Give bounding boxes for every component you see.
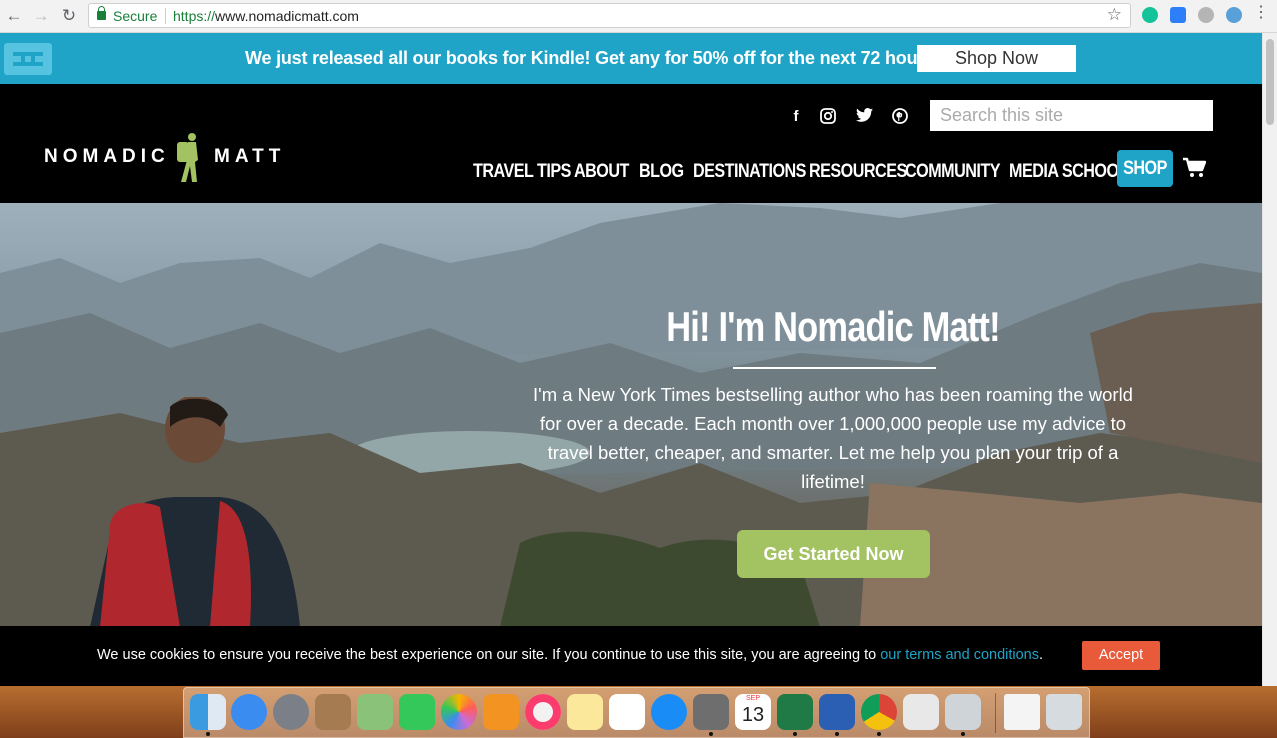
promo-text: We just released all our books for Kindl…: [245, 48, 940, 68]
extension-plus-icon[interactable]: [1170, 7, 1186, 23]
cookie-period: .: [1038, 647, 1044, 663]
secure-label: Secure: [113, 8, 158, 24]
twitter-icon[interactable]: [855, 108, 873, 126]
cookie-message: We use cookies to ensure you receive the…: [97, 647, 1043, 663]
browser-toolbar: ← → ↻ Secure https://www.nomadicmatt.com…: [0, 0, 1277, 33]
accept-cookies-button[interactable]: Accept: [1082, 641, 1160, 670]
hiker-image: [90, 397, 300, 627]
preview-icon[interactable]: [945, 694, 981, 730]
backpacker-icon: [177, 133, 198, 182]
hero-description: I'm a New York Times bestselling author …: [533, 384, 1133, 492]
system-preferences-icon[interactable]: [693, 694, 729, 730]
facetime-icon[interactable]: [399, 694, 435, 730]
nav-travel-tips[interactable]: TRAVEL TIPS: [473, 156, 571, 188]
notes-icon[interactable]: [567, 694, 603, 730]
omnibox-separator: [165, 8, 166, 24]
chrome-running-dot: [877, 732, 881, 736]
reminders-icon[interactable]: [609, 694, 645, 730]
url-host: www.nomadicmatt.com: [215, 8, 359, 24]
archive-icon[interactable]: [903, 694, 939, 730]
pinterest-icon[interactable]: [891, 108, 909, 128]
finder-running-dot: [206, 732, 210, 736]
nav-media-school[interactable]: MEDIA SCHOOL: [1009, 156, 1128, 188]
hero-divider: [733, 367, 936, 369]
site-search-input[interactable]: [930, 100, 1213, 131]
hero-section: Hi! I'm Nomadic Matt! I'm a New York Tim…: [0, 203, 1262, 627]
url-protocol: https://: [173, 8, 216, 24]
nav-about[interactable]: ABOUT: [574, 156, 629, 188]
facebook-icon[interactable]: f: [787, 108, 805, 125]
trash-icon[interactable]: [1046, 694, 1082, 730]
nav-shop-label: SHOP: [1123, 158, 1167, 179]
back-icon[interactable]: ←: [4, 6, 24, 26]
calendar-icon[interactable]: SEP 13: [735, 694, 771, 730]
lock-icon: [97, 6, 106, 20]
promo-logo-icon: [4, 43, 52, 75]
cookie-message-text: We use cookies to ensure you receive the…: [97, 647, 877, 663]
page-scrollbar[interactable]: [1262, 33, 1277, 686]
extension-globe-icon[interactable]: [1226, 7, 1242, 23]
word-running-dot: [835, 732, 839, 736]
shop-now-button[interactable]: Shop Now: [917, 45, 1076, 72]
dock-separator: [995, 693, 996, 733]
terms-link[interactable]: our terms and conditions: [880, 647, 1039, 663]
forward-icon[interactable]: →: [31, 6, 51, 26]
chrome-icon[interactable]: [861, 694, 897, 730]
calendar-month: SEP: [745, 695, 760, 702]
system-preferences-running-dot: [709, 732, 713, 736]
word-icon[interactable]: [819, 694, 855, 730]
preview-running-dot: [961, 732, 965, 736]
excel-icon[interactable]: [777, 694, 813, 730]
logo-word-left: NOMADIC: [44, 146, 170, 167]
photos-icon[interactable]: [441, 694, 477, 730]
nav-resources[interactable]: RESOURCES: [809, 156, 907, 188]
ibooks-icon[interactable]: [483, 694, 519, 730]
hero-title: Hi! I'm Nomadic Matt!: [666, 303, 1000, 350]
nav-community[interactable]: COMMUNITY: [905, 156, 1001, 188]
itunes-icon[interactable]: [525, 694, 561, 730]
promo-bar: We just released all our books for Kindl…: [0, 33, 1262, 84]
maps-icon[interactable]: [357, 694, 393, 730]
nav-shop-button[interactable]: SHOP: [1117, 150, 1173, 187]
instagram-icon[interactable]: [819, 108, 837, 128]
bookmark-star-icon[interactable]: ☆: [1107, 5, 1122, 25]
cookie-banner: We use cookies to ensure you receive the…: [0, 626, 1262, 686]
messages-icon[interactable]: [231, 694, 267, 730]
address-bar[interactable]: Secure https://www.nomadicmatt.com ☆: [88, 3, 1131, 28]
get-started-button[interactable]: Get Started Now: [737, 530, 930, 578]
calendar-day: 13: [741, 704, 765, 726]
launchpad-icon[interactable]: [273, 694, 309, 730]
cart-icon[interactable]: [1182, 157, 1206, 179]
chrome-menu-icon[interactable]: ⋮: [1253, 5, 1269, 21]
scrollbar-thumb[interactable]: [1266, 39, 1274, 125]
extension-gray-icon[interactable]: [1198, 7, 1214, 23]
contacts-icon[interactable]: [315, 694, 351, 730]
nav-blog[interactable]: BLOG: [639, 156, 684, 188]
site-header: NOMADIC MATT f TRAVEL TIPS ABOUT BLOG DE…: [0, 84, 1262, 203]
dock: SEP 13: [183, 687, 1090, 738]
app-store-icon[interactable]: [651, 694, 687, 730]
logo-word-right: MATT: [214, 146, 286, 167]
excel-running-dot: [793, 732, 797, 736]
reload-icon[interactable]: ↻: [59, 6, 79, 26]
document-icon[interactable]: [1004, 694, 1040, 730]
url-text[interactable]: https://www.nomadicmatt.com: [173, 8, 359, 24]
finder-icon[interactable]: [190, 694, 226, 730]
grammarly-icon[interactable]: [1142, 7, 1158, 23]
nav-destinations[interactable]: DESTINATIONS: [693, 156, 806, 188]
